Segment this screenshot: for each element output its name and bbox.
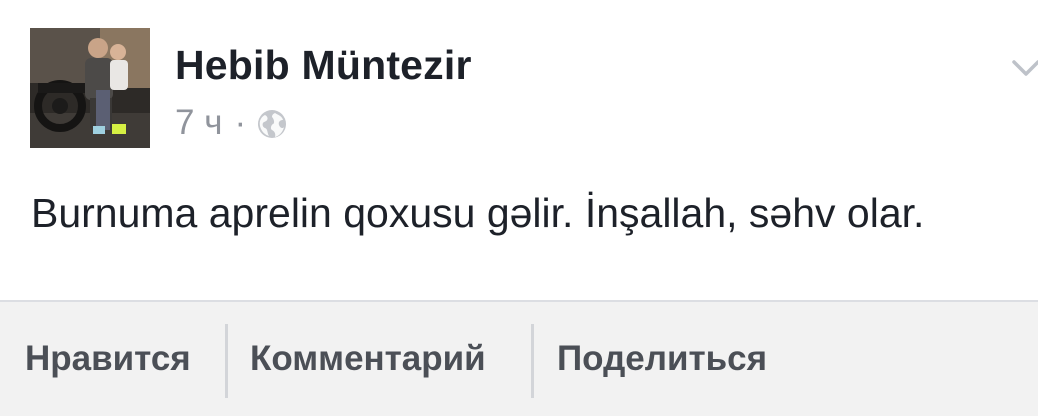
post-meta: 7 ч · [175,103,288,143]
action-divider [225,324,228,398]
action-bar: Нравится Комментарий Поделиться [0,300,1038,416]
avatar-photo [30,28,150,148]
post-timestamp[interactable]: 7 ч [175,103,222,143]
avatar[interactable] [30,28,150,148]
post-text: Burnuma aprelin qoxusu gəlir. İnşallah, … [31,190,925,236]
author-name[interactable]: Hebib Müntezir [175,42,472,89]
chevron-down-icon[interactable] [1008,50,1038,86]
comment-button[interactable]: Комментарий [250,302,486,416]
news-feed-post: Hebib Müntezir 7 ч · Burnuma aprelin qox… [0,0,1038,416]
meta-separator: · [234,103,247,142]
share-button[interactable]: Поделиться [557,302,767,416]
like-button[interactable]: Нравится [25,302,191,416]
globe-icon [256,108,288,140]
action-divider [531,324,534,398]
